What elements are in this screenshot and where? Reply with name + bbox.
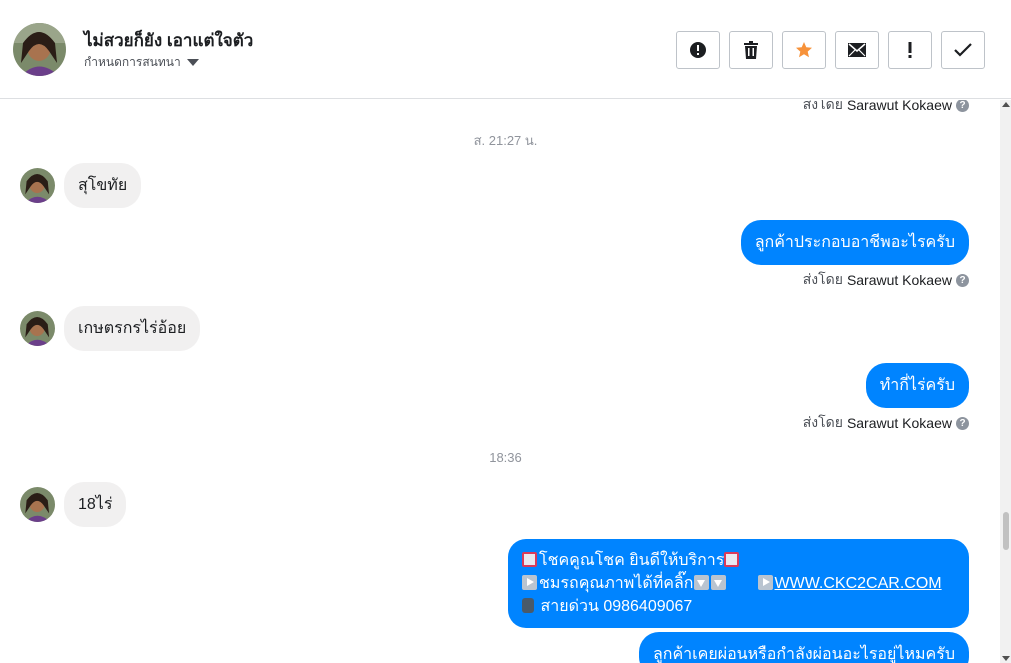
contact-avatar[interactable] <box>13 23 66 76</box>
help-icon[interactable]: ? <box>956 273 969 287</box>
checkmark-icon <box>954 43 972 57</box>
caret-down-icon <box>186 59 199 66</box>
envelope-icon <box>848 43 866 57</box>
spam-button[interactable] <box>676 31 720 69</box>
promo-line-1: โชคคูณโชค ยินดีให้บริการ <box>522 549 955 572</box>
follow-up-button[interactable] <box>888 31 932 69</box>
timestamp: ส. 21:27 น. <box>473 133 538 148</box>
incoming-message: 18ไร่ <box>64 482 127 527</box>
phone-icon <box>522 598 534 613</box>
timestamp: 18:36 <box>489 450 522 465</box>
delete-button[interactable] <box>729 31 773 69</box>
assign-conversation-dropdown[interactable]: กำหนดการสนทนา <box>84 53 199 72</box>
outgoing-message: ลูกค้าเคยผ่อนหรือกำลังผ่อนอะไรอยู่ไหมครั… <box>638 632 969 663</box>
message-thread: ส่งโดย Sarawut Kokaew ? ส. 21:27 น. สุโข… <box>0 100 1000 663</box>
sparkle-icon <box>724 552 740 567</box>
outgoing-message: ทำกี่ไร่ครับ <box>865 363 969 408</box>
sent-by-label: ส่งโดย Sarawut Kokaew ? <box>803 269 969 291</box>
help-icon[interactable]: ? <box>956 100 969 112</box>
outgoing-message: ลูกค้าประกอบอาชีพอะไรครับ <box>740 220 969 265</box>
scrollbar-thumb[interactable] <box>1003 512 1009 550</box>
help-icon[interactable]: ? <box>956 416 969 430</box>
conversation-header: ไม่สวยก็ยัง เอาแต่ใจตัว กำหนดการสนทนา <box>0 0 1011 99</box>
contact-name[interactable]: ไม่สวยก็ยัง เอาแต่ใจตัว <box>84 27 253 54</box>
sparkle-icon <box>522 552 537 567</box>
promo-line-3: สายด่วน 0986409067 <box>522 595 955 618</box>
scroll-up-arrow-icon[interactable] <box>1002 102 1010 107</box>
assign-label: กำหนดการสนทนา <box>84 55 181 69</box>
trash-icon <box>744 41 758 59</box>
play-icon <box>757 575 773 590</box>
avatar[interactable] <box>20 311 55 346</box>
exclamation-icon <box>908 42 912 58</box>
conversation-toolbar <box>676 31 985 69</box>
arrow-down-icon <box>710 575 726 590</box>
promo-link[interactable]: WWW.CKC2CAR.COM <box>775 575 942 592</box>
incoming-message: เกษตรกรไร่อ้อย <box>64 306 201 351</box>
alert-circle-icon <box>690 42 706 58</box>
scroll-down-arrow-icon[interactable] <box>1002 656 1010 661</box>
star-icon <box>796 42 812 58</box>
sent-by-label: ส่งโดย Sarawut Kokaew ? <box>803 412 969 434</box>
scrollbar[interactable] <box>1000 100 1011 663</box>
star-button[interactable] <box>782 31 826 69</box>
promo-line-2: ชมรถคุณภาพได้ที่คลิ๊ก WWW.CKC2CAR.COM <box>522 572 955 595</box>
incoming-message: สุโขทัย <box>64 163 142 208</box>
outgoing-promo-message: โชคคูณโชค ยินดีให้บริการ ชมรถคุณภาพได้ที… <box>508 539 969 628</box>
mark-unread-button[interactable] <box>835 31 879 69</box>
avatar[interactable] <box>20 487 55 522</box>
mark-done-button[interactable] <box>941 31 985 69</box>
arrow-down-icon <box>693 575 709 590</box>
play-icon <box>522 575 537 590</box>
sent-by-label: ส่งโดย Sarawut Kokaew ? <box>803 100 969 116</box>
avatar[interactable] <box>20 168 55 203</box>
